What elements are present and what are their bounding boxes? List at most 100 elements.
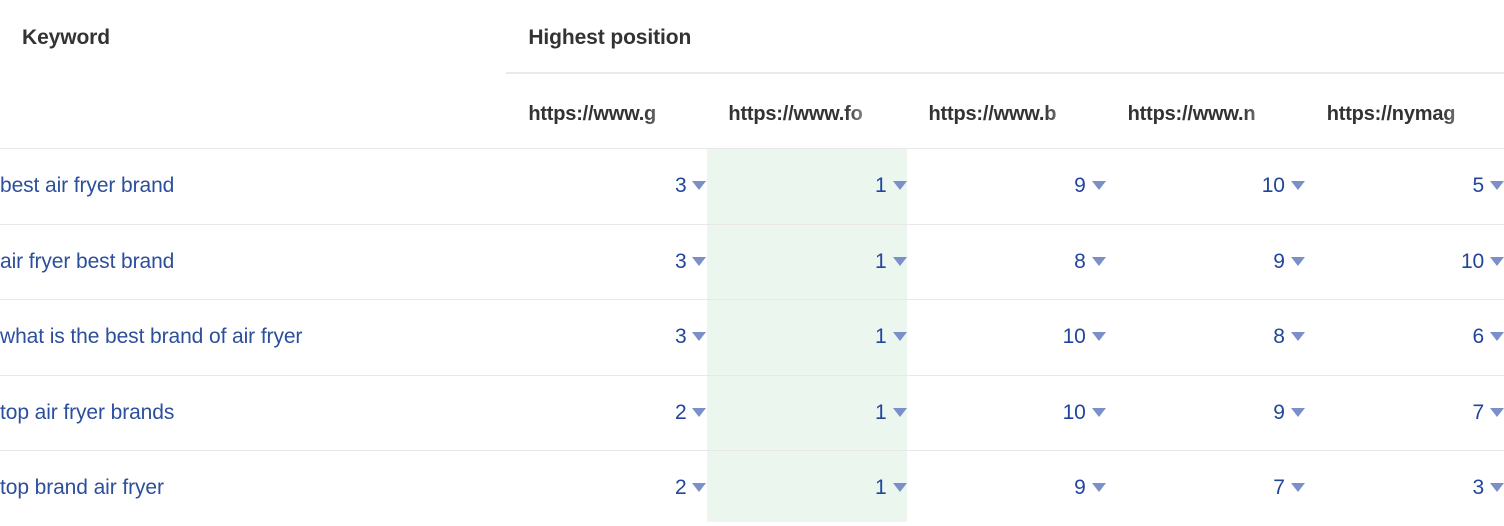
chevron-down-icon[interactable] bbox=[892, 483, 907, 493]
position-cell: 1 bbox=[706, 299, 907, 375]
position-value: 3 bbox=[674, 325, 687, 349]
position-value: 1 bbox=[875, 325, 887, 349]
url-header-cell-5[interactable]: https://nymag bbox=[1305, 80, 1504, 149]
url-header-label-5: https://nymag bbox=[1326, 103, 1456, 125]
keyword-link[interactable]: what is the best brand of air fryer bbox=[0, 325, 302, 348]
position-value: 9 bbox=[1273, 249, 1285, 273]
chevron-down-icon[interactable] bbox=[892, 332, 907, 342]
chevron-down-icon[interactable] bbox=[1091, 256, 1106, 266]
keyword-header-cell: Keyword bbox=[0, 0, 506, 80]
url-header-label-2: https://www.fo bbox=[728, 103, 863, 125]
position-value: 10 bbox=[1461, 249, 1484, 273]
position-cell: 9 bbox=[1105, 374, 1305, 451]
chevron-down-icon[interactable] bbox=[1091, 483, 1106, 493]
chevron-down-icon[interactable] bbox=[1490, 256, 1504, 266]
chevron-down-icon[interactable] bbox=[692, 256, 707, 266]
chevron-down-icon[interactable] bbox=[1091, 181, 1106, 191]
positions-grid: Keyword Highest position https://www.g h bbox=[0, 0, 1504, 526]
chevron-down-icon[interactable] bbox=[1290, 181, 1305, 191]
chevron-down-icon[interactable] bbox=[1091, 332, 1106, 342]
position-cell: 3 bbox=[506, 223, 707, 300]
url-header-label-3: https://www.b bbox=[928, 103, 1057, 125]
position-value: 5 bbox=[1472, 174, 1485, 198]
chevron-down-icon[interactable] bbox=[1290, 332, 1305, 342]
position-value: 10 bbox=[1261, 174, 1285, 198]
chevron-down-icon[interactable] bbox=[1490, 332, 1504, 342]
position-cell: 10 bbox=[906, 374, 1106, 451]
highest-position-header-cell: Highest position bbox=[506, 0, 1504, 80]
chevron-down-icon[interactable] bbox=[892, 407, 907, 417]
url-header-cell-4[interactable]: https://www.n bbox=[1106, 80, 1305, 149]
keyword-cell: what is the best brand of air fryer bbox=[0, 299, 507, 375]
keyword-link[interactable]: top brand air fryer bbox=[0, 476, 164, 499]
position-cell: 3 bbox=[506, 299, 707, 375]
table-row: what is the best brand of air fryer 3 1 … bbox=[0, 299, 1504, 375]
position-cell: 3 bbox=[1304, 450, 1504, 526]
keyword-header-label: Keyword bbox=[22, 26, 110, 49]
position-value: 3 bbox=[674, 174, 687, 198]
position-value: 7 bbox=[1273, 476, 1285, 500]
position-value: 3 bbox=[674, 249, 687, 273]
position-cell: 3 bbox=[506, 148, 707, 224]
position-value: 10 bbox=[1062, 400, 1086, 424]
chevron-down-icon[interactable] bbox=[1490, 181, 1504, 191]
position-cell: 1 bbox=[706, 450, 907, 526]
url-header-cell-2[interactable]: https://www.fo bbox=[706, 80, 907, 149]
position-cell: 10 bbox=[906, 299, 1106, 375]
chevron-down-icon[interactable] bbox=[1490, 407, 1504, 417]
url-header-label-4: https://www.n bbox=[1127, 103, 1256, 125]
chevron-down-icon[interactable] bbox=[692, 332, 707, 342]
position-cell: 9 bbox=[1105, 223, 1305, 300]
position-value: 1 bbox=[875, 400, 887, 424]
position-value: 9 bbox=[1273, 400, 1285, 424]
table-row: top brand air fryer 2 1 9 7 3 bbox=[0, 450, 1504, 526]
url-header-label-1: https://www.g bbox=[528, 103, 657, 125]
position-value: 7 bbox=[1472, 400, 1485, 424]
chevron-down-icon[interactable] bbox=[1091, 407, 1106, 417]
position-cell: 8 bbox=[906, 223, 1106, 300]
table-row: air fryer best brand 3 1 8 9 10 bbox=[0, 223, 1504, 300]
position-cell: 1 bbox=[706, 148, 907, 224]
position-value: 6 bbox=[1472, 325, 1485, 349]
position-value: 2 bbox=[674, 476, 687, 500]
position-value: 9 bbox=[1074, 174, 1086, 198]
chevron-down-icon[interactable] bbox=[692, 407, 707, 417]
position-value: 1 bbox=[875, 476, 887, 500]
position-cell: 9 bbox=[906, 450, 1106, 526]
position-cell: 9 bbox=[906, 148, 1106, 224]
chevron-down-icon[interactable] bbox=[892, 256, 907, 266]
table-row: best air fryer brand 3 1 9 10 5 bbox=[0, 148, 1504, 224]
keyword-link[interactable]: best air fryer brand bbox=[0, 174, 174, 197]
chevron-down-icon[interactable] bbox=[1290, 256, 1305, 266]
position-cell: 2 bbox=[506, 374, 707, 451]
position-value: 8 bbox=[1074, 249, 1086, 273]
keyword-link[interactable]: air fryer best brand bbox=[0, 250, 174, 273]
url-header-cell-1[interactable]: https://www.g bbox=[506, 80, 707, 149]
position-value: 1 bbox=[875, 174, 887, 198]
group-header-row: Keyword Highest position bbox=[0, 0, 1504, 80]
position-cell: 8 bbox=[1105, 299, 1305, 375]
table-row: top air fryer brands 2 1 10 9 7 bbox=[0, 374, 1504, 451]
position-value: 3 bbox=[1472, 476, 1485, 500]
keyword-cell: air fryer best brand bbox=[0, 223, 507, 300]
position-cell: 10 bbox=[1105, 148, 1305, 224]
url-header-spacer bbox=[0, 80, 506, 149]
chevron-down-icon[interactable] bbox=[692, 483, 707, 493]
chevron-down-icon[interactable] bbox=[692, 181, 707, 191]
highest-position-label: Highest position bbox=[528, 26, 692, 49]
position-value: 9 bbox=[1074, 476, 1086, 500]
group-header-divider bbox=[506, 72, 1504, 74]
keyword-cell: top air fryer brands bbox=[0, 374, 507, 451]
position-value: 1 bbox=[875, 249, 887, 273]
chevron-down-icon[interactable] bbox=[892, 181, 907, 191]
url-header-row: https://www.g https://www.fo https://www… bbox=[0, 80, 1504, 149]
keyword-position-table: Keyword Highest position https://www.g h bbox=[0, 0, 1504, 526]
position-cell: 6 bbox=[1304, 299, 1504, 375]
url-header-cell-3[interactable]: https://www.b bbox=[907, 80, 1106, 149]
keyword-link[interactable]: top air fryer brands bbox=[0, 401, 174, 424]
position-cell: 7 bbox=[1105, 450, 1305, 526]
chevron-down-icon[interactable] bbox=[1290, 407, 1305, 417]
chevron-down-icon[interactable] bbox=[1490, 483, 1504, 493]
position-value: 8 bbox=[1273, 325, 1285, 349]
chevron-down-icon[interactable] bbox=[1290, 483, 1305, 493]
